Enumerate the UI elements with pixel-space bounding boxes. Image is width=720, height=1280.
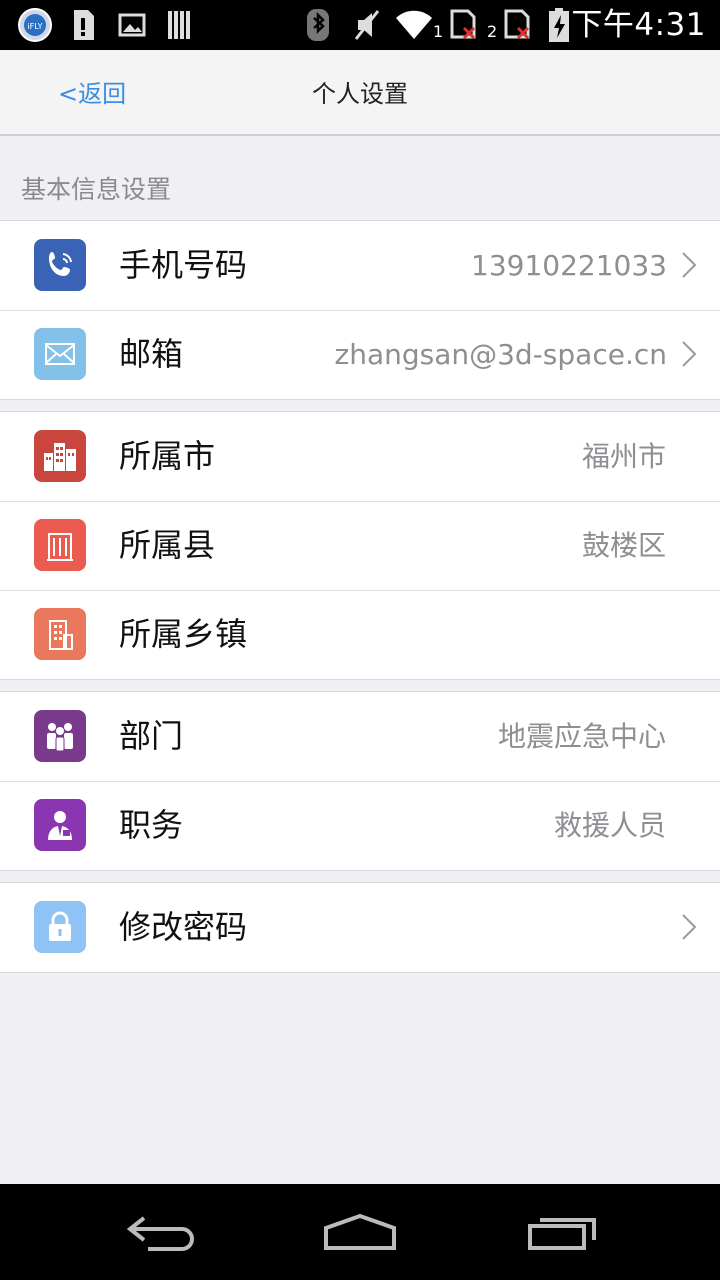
section-header: 基本信息设置	[21, 175, 172, 204]
position-row[interactable]: 职务 救援人员	[0, 781, 720, 870]
county-value: 鼓楼区	[581, 529, 666, 562]
city-row[interactable]: 所属市 福州市	[0, 412, 720, 501]
row-label: 邮箱	[119, 335, 184, 373]
home-icon[interactable]	[320, 1202, 400, 1262]
svg-text:iFLY: iFLY	[27, 22, 42, 31]
back-icon[interactable]	[120, 1202, 200, 1262]
town-row[interactable]: 所属乡镇	[0, 590, 720, 679]
row-label: 修改密码	[119, 908, 248, 946]
department-row[interactable]: 部门 地震应急中心	[0, 692, 720, 781]
mail-icon	[34, 328, 86, 380]
lock-icon	[34, 901, 86, 953]
city-buildings-icon	[34, 430, 86, 482]
sd-card-icon	[70, 7, 96, 43]
change-password-row[interactable]: 修改密码	[0, 883, 720, 972]
chevron-right-icon	[682, 341, 697, 367]
county-building-icon	[34, 519, 86, 571]
city-value: 福州市	[581, 440, 666, 473]
battery-charging-icon	[548, 7, 570, 43]
ifly-app-icon: iFLY	[16, 7, 54, 43]
sim2-label: 2	[487, 22, 498, 41]
row-label: 所属县	[119, 526, 216, 564]
email-row[interactable]: 邮箱 zhangsan@3d-space.cn	[0, 310, 720, 399]
barcode-icon	[166, 7, 194, 43]
phone-value: 13910221033	[471, 249, 667, 282]
phone-icon	[34, 239, 86, 291]
position-person-icon	[34, 799, 86, 851]
row-label: 手机号码	[119, 246, 248, 284]
clock: 下午4:31	[571, 7, 706, 43]
recent-apps-icon[interactable]	[522, 1202, 602, 1262]
bluetooth-icon	[305, 7, 331, 43]
status-bar: iFLY 1 2 下午4:31	[0, 0, 720, 50]
row-label: 职务	[119, 806, 184, 844]
chevron-right-icon	[682, 914, 697, 940]
sim1-label: 1	[433, 22, 444, 41]
mute-icon	[352, 7, 382, 43]
position-value: 救援人员	[553, 809, 666, 842]
sim-missing-icon	[502, 7, 534, 43]
email-value: zhangsan@3d-space.cn	[334, 338, 668, 371]
wifi-icon	[394, 7, 434, 43]
town-building-icon	[34, 608, 86, 660]
row-label: 所属市	[119, 437, 216, 475]
region-group: 所属市 福州市 所属县 鼓楼区 所属乡镇	[0, 411, 720, 680]
contact-group: 手机号码 13910221033 邮箱 zhangsan@3d-space.cn	[0, 220, 720, 400]
security-group: 修改密码	[0, 882, 720, 973]
row-label: 所属乡镇	[119, 615, 248, 653]
department-people-icon	[34, 710, 86, 762]
county-row[interactable]: 所属县 鼓楼区	[0, 501, 720, 590]
department-value: 地震应急中心	[497, 720, 666, 753]
phone-row[interactable]: 手机号码 13910221033	[0, 221, 720, 310]
page-title: 个人设置	[312, 80, 408, 108]
image-icon	[118, 7, 146, 43]
row-label: 部门	[119, 717, 184, 755]
sim-missing-icon	[448, 7, 480, 43]
system-navigation-bar	[0, 1184, 720, 1280]
organization-group: 部门 地震应急中心 职务 救援人员	[0, 691, 720, 871]
navigation-bar: <返回 个人设置	[0, 50, 720, 136]
chevron-right-icon	[682, 252, 697, 278]
